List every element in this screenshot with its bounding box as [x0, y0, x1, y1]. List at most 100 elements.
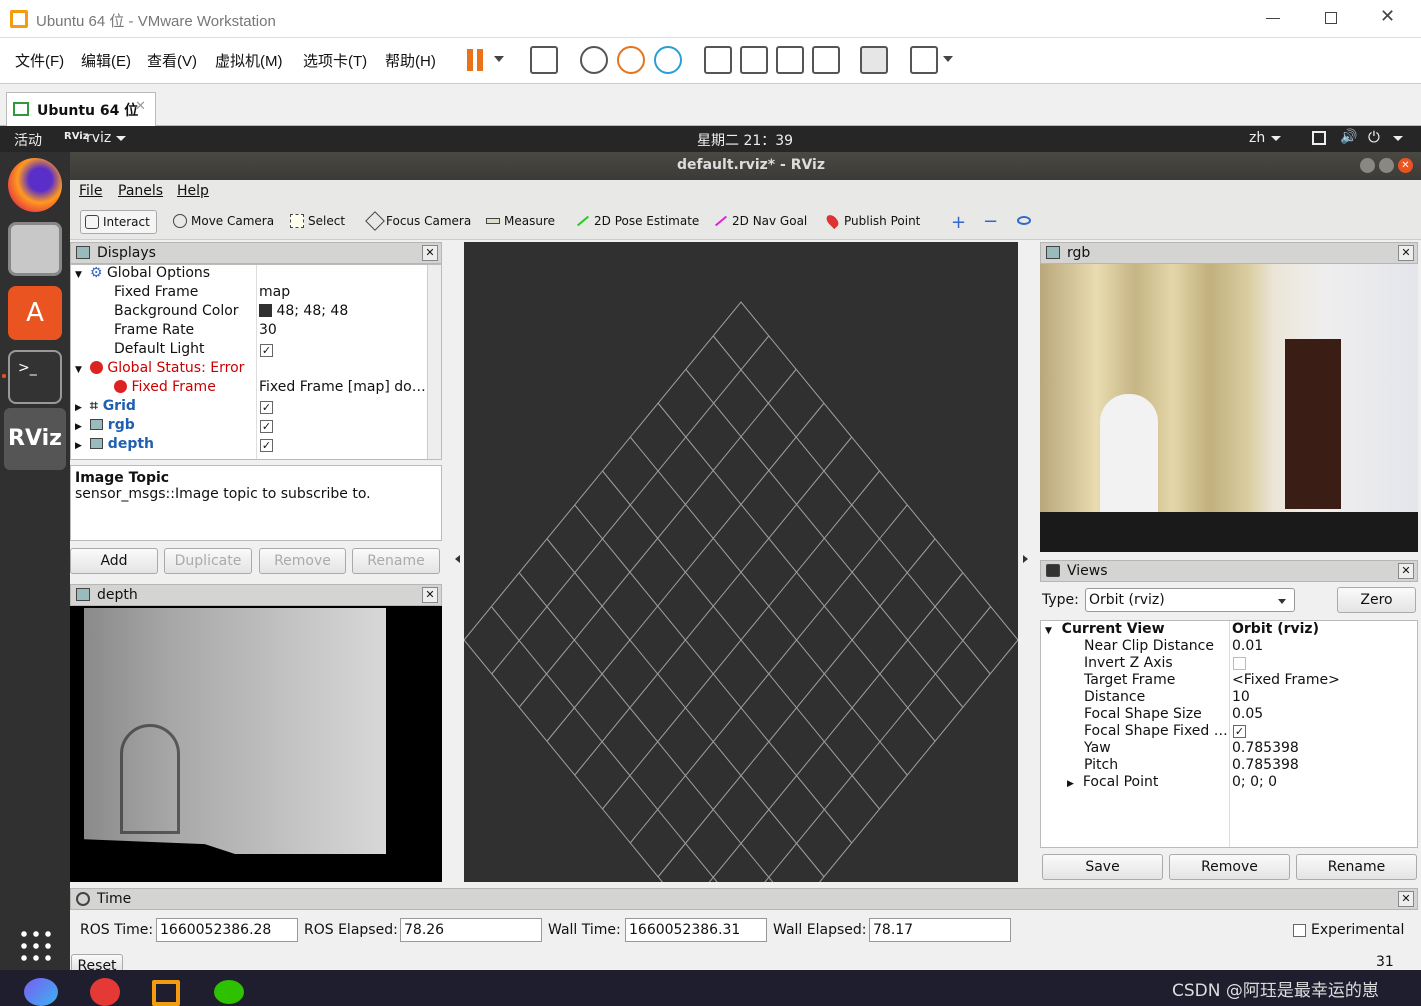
- expand-arrow-icon[interactable]: ▶: [1067, 779, 1074, 789]
- unity-icon[interactable]: [812, 46, 840, 74]
- close-icon[interactable]: ✕: [1398, 563, 1414, 579]
- eye-icon[interactable]: [1017, 216, 1031, 225]
- menu-panels[interactable]: Panels: [118, 183, 163, 199]
- tree-row-depth[interactable]: ▶ depth: [75, 436, 154, 455]
- focal-shape-fixed-checkbox[interactable]: ✓: [1233, 725, 1246, 738]
- ros-elapsed-field[interactable]: 78.26: [400, 918, 542, 942]
- dropdown-icon[interactable]: [494, 56, 504, 67]
- menu-tabs[interactable]: 选项卡(T): [303, 50, 367, 71]
- near-clip-value[interactable]: 0.01: [1232, 638, 1263, 657]
- console-icon[interactable]: [860, 46, 888, 74]
- send-ctrl-alt-del-icon[interactable]: [530, 46, 558, 74]
- expand-arrow-icon[interactable]: ▼: [75, 270, 82, 280]
- scrollbar[interactable]: [427, 265, 441, 459]
- tool-measure[interactable]: Measure: [482, 210, 561, 234]
- tree-row-focal-point[interactable]: ▶ Focal Point: [1067, 774, 1158, 793]
- collapse-left-icon[interactable]: [451, 555, 460, 563]
- expand-arrow-icon[interactable]: ▶: [75, 403, 82, 413]
- remove-button[interactable]: Remove: [259, 548, 346, 574]
- fullscreen-icon[interactable]: [776, 46, 804, 74]
- vmware-taskbar-icon[interactable]: [152, 980, 180, 1006]
- expand-arrow-icon[interactable]: ▼: [1045, 626, 1052, 636]
- tool-2d-pose-estimate[interactable]: 2D Pose Estimate: [572, 210, 705, 234]
- app-icon[interactable]: [24, 978, 58, 1006]
- wall-time-field[interactable]: 1660052386.31: [625, 918, 767, 942]
- tab-ubuntu[interactable]: Ubuntu 64 位 ✕: [6, 92, 156, 126]
- wechat-icon[interactable]: [214, 980, 244, 1004]
- network-icon[interactable]: [1312, 131, 1326, 145]
- stretch-icon[interactable]: [910, 46, 938, 74]
- app-grid-icon[interactable]: [18, 928, 52, 962]
- volume-icon[interactable]: 🔊: [1340, 129, 1357, 145]
- tree-row-background-color[interactable]: Background Color: [114, 303, 239, 322]
- library-icon[interactable]: [740, 46, 768, 74]
- 3d-render-view[interactable]: [463, 242, 1019, 979]
- close-icon[interactable]: ✕: [422, 587, 438, 603]
- tree-row-global-options[interactable]: ▼ ⚙ Global Options: [75, 265, 210, 284]
- duplicate-button[interactable]: Duplicate: [164, 548, 252, 574]
- focal-shape-size-value[interactable]: 0.05: [1232, 706, 1263, 725]
- tool-move-camera[interactable]: Move Camera: [169, 210, 280, 234]
- rename-view-button[interactable]: Rename: [1296, 854, 1417, 880]
- netease-music-icon[interactable]: [90, 978, 120, 1006]
- tree-row-rgb[interactable]: ▶ rgb: [75, 417, 135, 436]
- grid-checkbox[interactable]: ✓: [260, 401, 273, 414]
- dropdown-icon[interactable]: [943, 56, 953, 67]
- firefox-icon[interactable]: [8, 158, 62, 212]
- invert-z-checkbox[interactable]: [1233, 657, 1246, 670]
- close-icon[interactable]: ✕: [1398, 891, 1414, 907]
- menu-help[interactable]: Help: [177, 183, 209, 199]
- rgb-checkbox[interactable]: ✓: [260, 420, 273, 433]
- terminal-icon[interactable]: >_: [8, 350, 62, 404]
- tab-close-icon[interactable]: ✕: [135, 99, 146, 114]
- app-menu[interactable]: rviz: [86, 130, 111, 146]
- tool-focus-camera[interactable]: Focus Camera: [364, 210, 477, 234]
- language-indicator[interactable]: zh: [1249, 130, 1265, 146]
- minimize-icon[interactable]: [1360, 158, 1375, 173]
- maximize-icon[interactable]: [1379, 158, 1394, 173]
- menu-vm[interactable]: 虚拟机(M): [215, 50, 283, 71]
- menu-file[interactable]: 文件(F): [15, 50, 64, 71]
- snapshot-manager-icon[interactable]: [654, 46, 682, 74]
- expand-arrow-icon[interactable]: ▼: [75, 365, 82, 375]
- tree-row-default-light[interactable]: Default Light: [114, 341, 205, 360]
- fixed-frame-error-value[interactable]: Fixed Frame [map] do…: [259, 379, 426, 398]
- menu-view[interactable]: 查看(V): [147, 50, 197, 71]
- add-tool-icon[interactable]: +: [951, 212, 966, 233]
- files-icon[interactable]: [8, 222, 62, 276]
- type-select[interactable]: Orbit (rviz): [1085, 588, 1295, 612]
- background-color-value[interactable]: 48; 48; 48: [259, 303, 348, 322]
- rviz-dock-icon[interactable]: RViz: [8, 412, 62, 466]
- tree-row-global-status[interactable]: ▼ Global Status: Error: [75, 360, 244, 379]
- zero-button[interactable]: Zero: [1337, 587, 1416, 613]
- add-button[interactable]: Add: [70, 548, 158, 574]
- tree-row-grid[interactable]: ▶ ⌗ Grid: [75, 398, 136, 417]
- save-button[interactable]: Save: [1042, 854, 1163, 880]
- close-icon[interactable]: ✕: [422, 245, 438, 261]
- close-icon[interactable]: ✕: [1398, 158, 1413, 173]
- tool-interact[interactable]: Interact: [80, 210, 157, 234]
- reset-button[interactable]: Reset: [71, 954, 123, 974]
- activities-button[interactable]: 活动: [14, 130, 42, 150]
- expand-arrow-icon[interactable]: ▶: [75, 422, 82, 432]
- ros-time-field[interactable]: 1660052386.28: [156, 918, 298, 942]
- default-light-checkbox[interactable]: ✓: [260, 344, 273, 357]
- sidebar-icon[interactable]: [704, 46, 732, 74]
- collapse-right-icon[interactable]: [1023, 555, 1032, 563]
- remove-tool-icon[interactable]: −: [983, 211, 998, 232]
- tree-row-fixed-frame-error[interactable]: Fixed Frame: [114, 379, 216, 398]
- wall-elapsed-field[interactable]: 78.17: [869, 918, 1011, 942]
- revert-snapshot-icon[interactable]: [617, 46, 645, 74]
- clock[interactable]: 星期二 21：39: [697, 130, 793, 150]
- menu-help[interactable]: 帮助(H): [385, 50, 436, 71]
- tree-row-fixed-frame[interactable]: Fixed Frame: [114, 284, 198, 303]
- power-icon[interactable]: ⏻: [1368, 128, 1380, 146]
- close-icon[interactable]: ✕: [1380, 6, 1395, 27]
- software-icon[interactable]: A: [8, 286, 62, 340]
- tool-2d-nav-goal[interactable]: 2D Nav Goal: [710, 210, 813, 234]
- rename-button[interactable]: Rename: [352, 548, 440, 574]
- depth-checkbox[interactable]: ✓: [260, 439, 273, 452]
- expand-arrow-icon[interactable]: ▶: [75, 441, 82, 451]
- fixed-frame-value[interactable]: map: [259, 284, 290, 303]
- tool-publish-point[interactable]: Publish Point: [822, 210, 926, 234]
